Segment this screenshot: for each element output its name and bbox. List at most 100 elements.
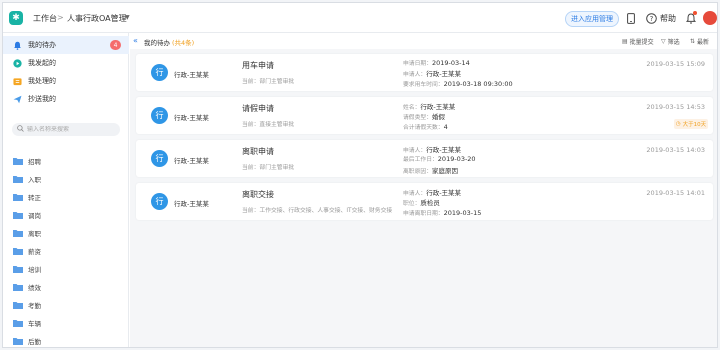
- form-field: 职位：质检员: [403, 197, 440, 207]
- search-icon: [17, 125, 24, 134]
- sort-latest-label: 最新: [697, 39, 710, 46]
- user-avatar[interactable]: [703, 11, 717, 25]
- folder-icon: [13, 302, 23, 309]
- submit-time: 2019-03-15 14:53: [646, 103, 705, 111]
- todo-card[interactable]: 行行政-王某某 请假申请 当前：直接主管审批 姓名：行政-王某某 请假类型：婚假 合计请假…: [136, 97, 713, 134]
- sidebar-category-item[interactable]: 薪资: [3, 244, 129, 258]
- todo-total-count: (共4条): [172, 39, 195, 47]
- mobile-phone-icon[interactable]: [625, 12, 637, 24]
- form-field: 最后工作日：2019-03-20: [403, 154, 476, 163]
- todo-card[interactable]: 行行政-王某某 离职交接 当前：工作交接、行政交接、人事交接、IT交接、财务交接 申请…: [136, 183, 713, 220]
- sidebar-category-item[interactable]: 培训: [3, 262, 129, 276]
- form-field: 姓名：行政-王某某: [403, 101, 455, 111]
- field-value: 2019-03-14: [432, 59, 470, 67]
- form-title: 离职申请: [242, 147, 274, 156]
- page-title: 我的待办: [144, 39, 170, 47]
- notification-dot: [693, 11, 697, 15]
- field-value: 行政-王某某: [420, 103, 456, 111]
- field-key: 请假类型：: [403, 115, 432, 121]
- category-label: 招聘: [28, 158, 41, 166]
- batch-submit-button[interactable]: ▤ 批量提交: [622, 37, 654, 46]
- sidebar-item-cc-me[interactable]: 抄送我的: [3, 90, 129, 108]
- applicant-name: 行政-王某某: [174, 114, 209, 122]
- sidebar-item-label: 我处理的: [28, 77, 56, 85]
- applicant-name: 行政-王某某: [174, 200, 209, 208]
- form-title: 请假申请: [242, 104, 274, 113]
- breadcrumb-current-app[interactable]: 人事行政OA管理: [67, 13, 127, 24]
- form-title: 离职交接: [242, 190, 274, 199]
- batch-submit-icon: ▤: [622, 38, 628, 45]
- category-label: 培训: [28, 266, 41, 274]
- field-value: 2019-03-15: [443, 209, 482, 217]
- handled-box-icon: [12, 76, 22, 86]
- folder-icon: [13, 230, 23, 237]
- sidebar-search[interactable]: [12, 123, 120, 136]
- help-icon[interactable]: ?: [645, 12, 657, 24]
- bell-icon: [12, 40, 22, 50]
- sidebar-category-item[interactable]: 后勤: [3, 334, 129, 347]
- svg-text:?: ?: [649, 15, 653, 23]
- applicant-name: 行政-王某某: [174, 71, 209, 79]
- app-logo-icon[interactable]: ✱: [9, 11, 23, 25]
- folder-icon: [13, 212, 23, 219]
- sidebar-item-initiated[interactable]: 我发起的: [3, 54, 129, 72]
- paper-plane-icon: [12, 94, 22, 104]
- field-value: 4: [443, 123, 448, 131]
- main-content: « 我的待办 (共4条) ▤ 批量提交 ▽ 筛选 ⇅ 最新 行行政-王某某 用车申…: [130, 33, 717, 347]
- clock-icon: ◷: [675, 121, 681, 127]
- field-key: 申请人：: [403, 72, 427, 78]
- todo-card[interactable]: 行行政-王某某 离职申请 当前：部门主管审批 申请人：行政-王某某 最后工作日：2019…: [136, 140, 713, 177]
- sidebar-category-item[interactable]: 入职: [3, 172, 129, 186]
- enter-app-manage-button[interactable]: 进入应用管理: [565, 11, 619, 27]
- field-key: 离职原因：: [403, 169, 432, 175]
- sidebar-item-handled[interactable]: 我处理的: [3, 72, 129, 90]
- submit-time: 2019-03-15 14:01: [646, 189, 705, 197]
- folder-icon: [13, 320, 23, 327]
- applicant-avatar: 行: [151, 64, 168, 81]
- help-label[interactable]: 帮助: [660, 13, 676, 24]
- folder-icon: [13, 176, 23, 183]
- field-key: 申请日期：: [403, 61, 432, 67]
- field-value: 2019-03-20: [437, 155, 476, 163]
- sidebar-item-my-todo[interactable]: 我的待办 4: [3, 36, 129, 54]
- sort-icon: ⇅: [690, 38, 696, 45]
- sidebar-category-item[interactable]: 调岗: [3, 208, 129, 222]
- category-label: 转正: [28, 194, 41, 202]
- collapse-sidebar-icon[interactable]: «: [133, 36, 138, 45]
- form-field: 申请人：行政-王某某: [403, 187, 461, 197]
- folder-icon: [13, 158, 23, 165]
- search-input[interactable]: [27, 126, 117, 133]
- breadcrumb-workbench[interactable]: 工作台: [33, 13, 57, 24]
- chevron-down-icon[interactable]: ▼: [125, 14, 130, 21]
- field-value: 2019-03-18 09:30:00: [443, 80, 513, 88]
- form-field: 要求用车时间：2019-03-18 09:30:00: [403, 79, 513, 88]
- field-value: 行政-王某某: [426, 189, 462, 197]
- sidebar-item-label: 我的待办: [28, 41, 56, 49]
- applicant-avatar: 行: [151, 150, 168, 167]
- applicant-name: 行政-王某某: [174, 157, 209, 165]
- sidebar: 我的待办 4 我发起的 我处理的 抄送我的 招聘入职: [3, 33, 129, 347]
- sidebar-category-item[interactable]: 车辆: [3, 316, 129, 330]
- sidebar-category-item[interactable]: 离职: [3, 226, 129, 240]
- field-key: 职位：: [403, 201, 421, 207]
- folder-icon: [13, 284, 23, 291]
- sidebar-category-item[interactable]: 考勤: [3, 298, 129, 312]
- form-field: 合计请假天数：4: [403, 122, 448, 131]
- form-field: 离职原因：家庭原因: [403, 165, 458, 175]
- sidebar-category-item[interactable]: 绩效: [3, 280, 129, 294]
- form-field: 申请人：行政-王某某: [403, 144, 461, 154]
- folder-icon: [13, 338, 23, 345]
- category-label: 薪资: [28, 248, 41, 256]
- send-circle-icon: [12, 58, 22, 68]
- filter-button[interactable]: ▽ 筛选: [661, 37, 680, 46]
- sort-latest-button[interactable]: ⇅ 最新: [690, 37, 709, 46]
- list-toolbar: « 我的待办 (共4条) ▤ 批量提交 ▽ 筛选 ⇅ 最新: [130, 33, 717, 49]
- sidebar-category-item[interactable]: 转正: [3, 190, 129, 204]
- submit-time: 2019-03-15 15:09: [646, 60, 705, 68]
- sidebar-category-item[interactable]: 招聘: [3, 154, 129, 168]
- category-label: 绩效: [28, 284, 41, 292]
- breadcrumb-separator: >: [57, 13, 64, 22]
- field-value: 行政-王某某: [426, 146, 462, 154]
- todo-card[interactable]: 行行政-王某某 用车申请 当前：部门主管审批 申请日期：2019-03-14 申请人：行…: [136, 54, 713, 91]
- field-key: 申请离职日期：: [403, 211, 444, 217]
